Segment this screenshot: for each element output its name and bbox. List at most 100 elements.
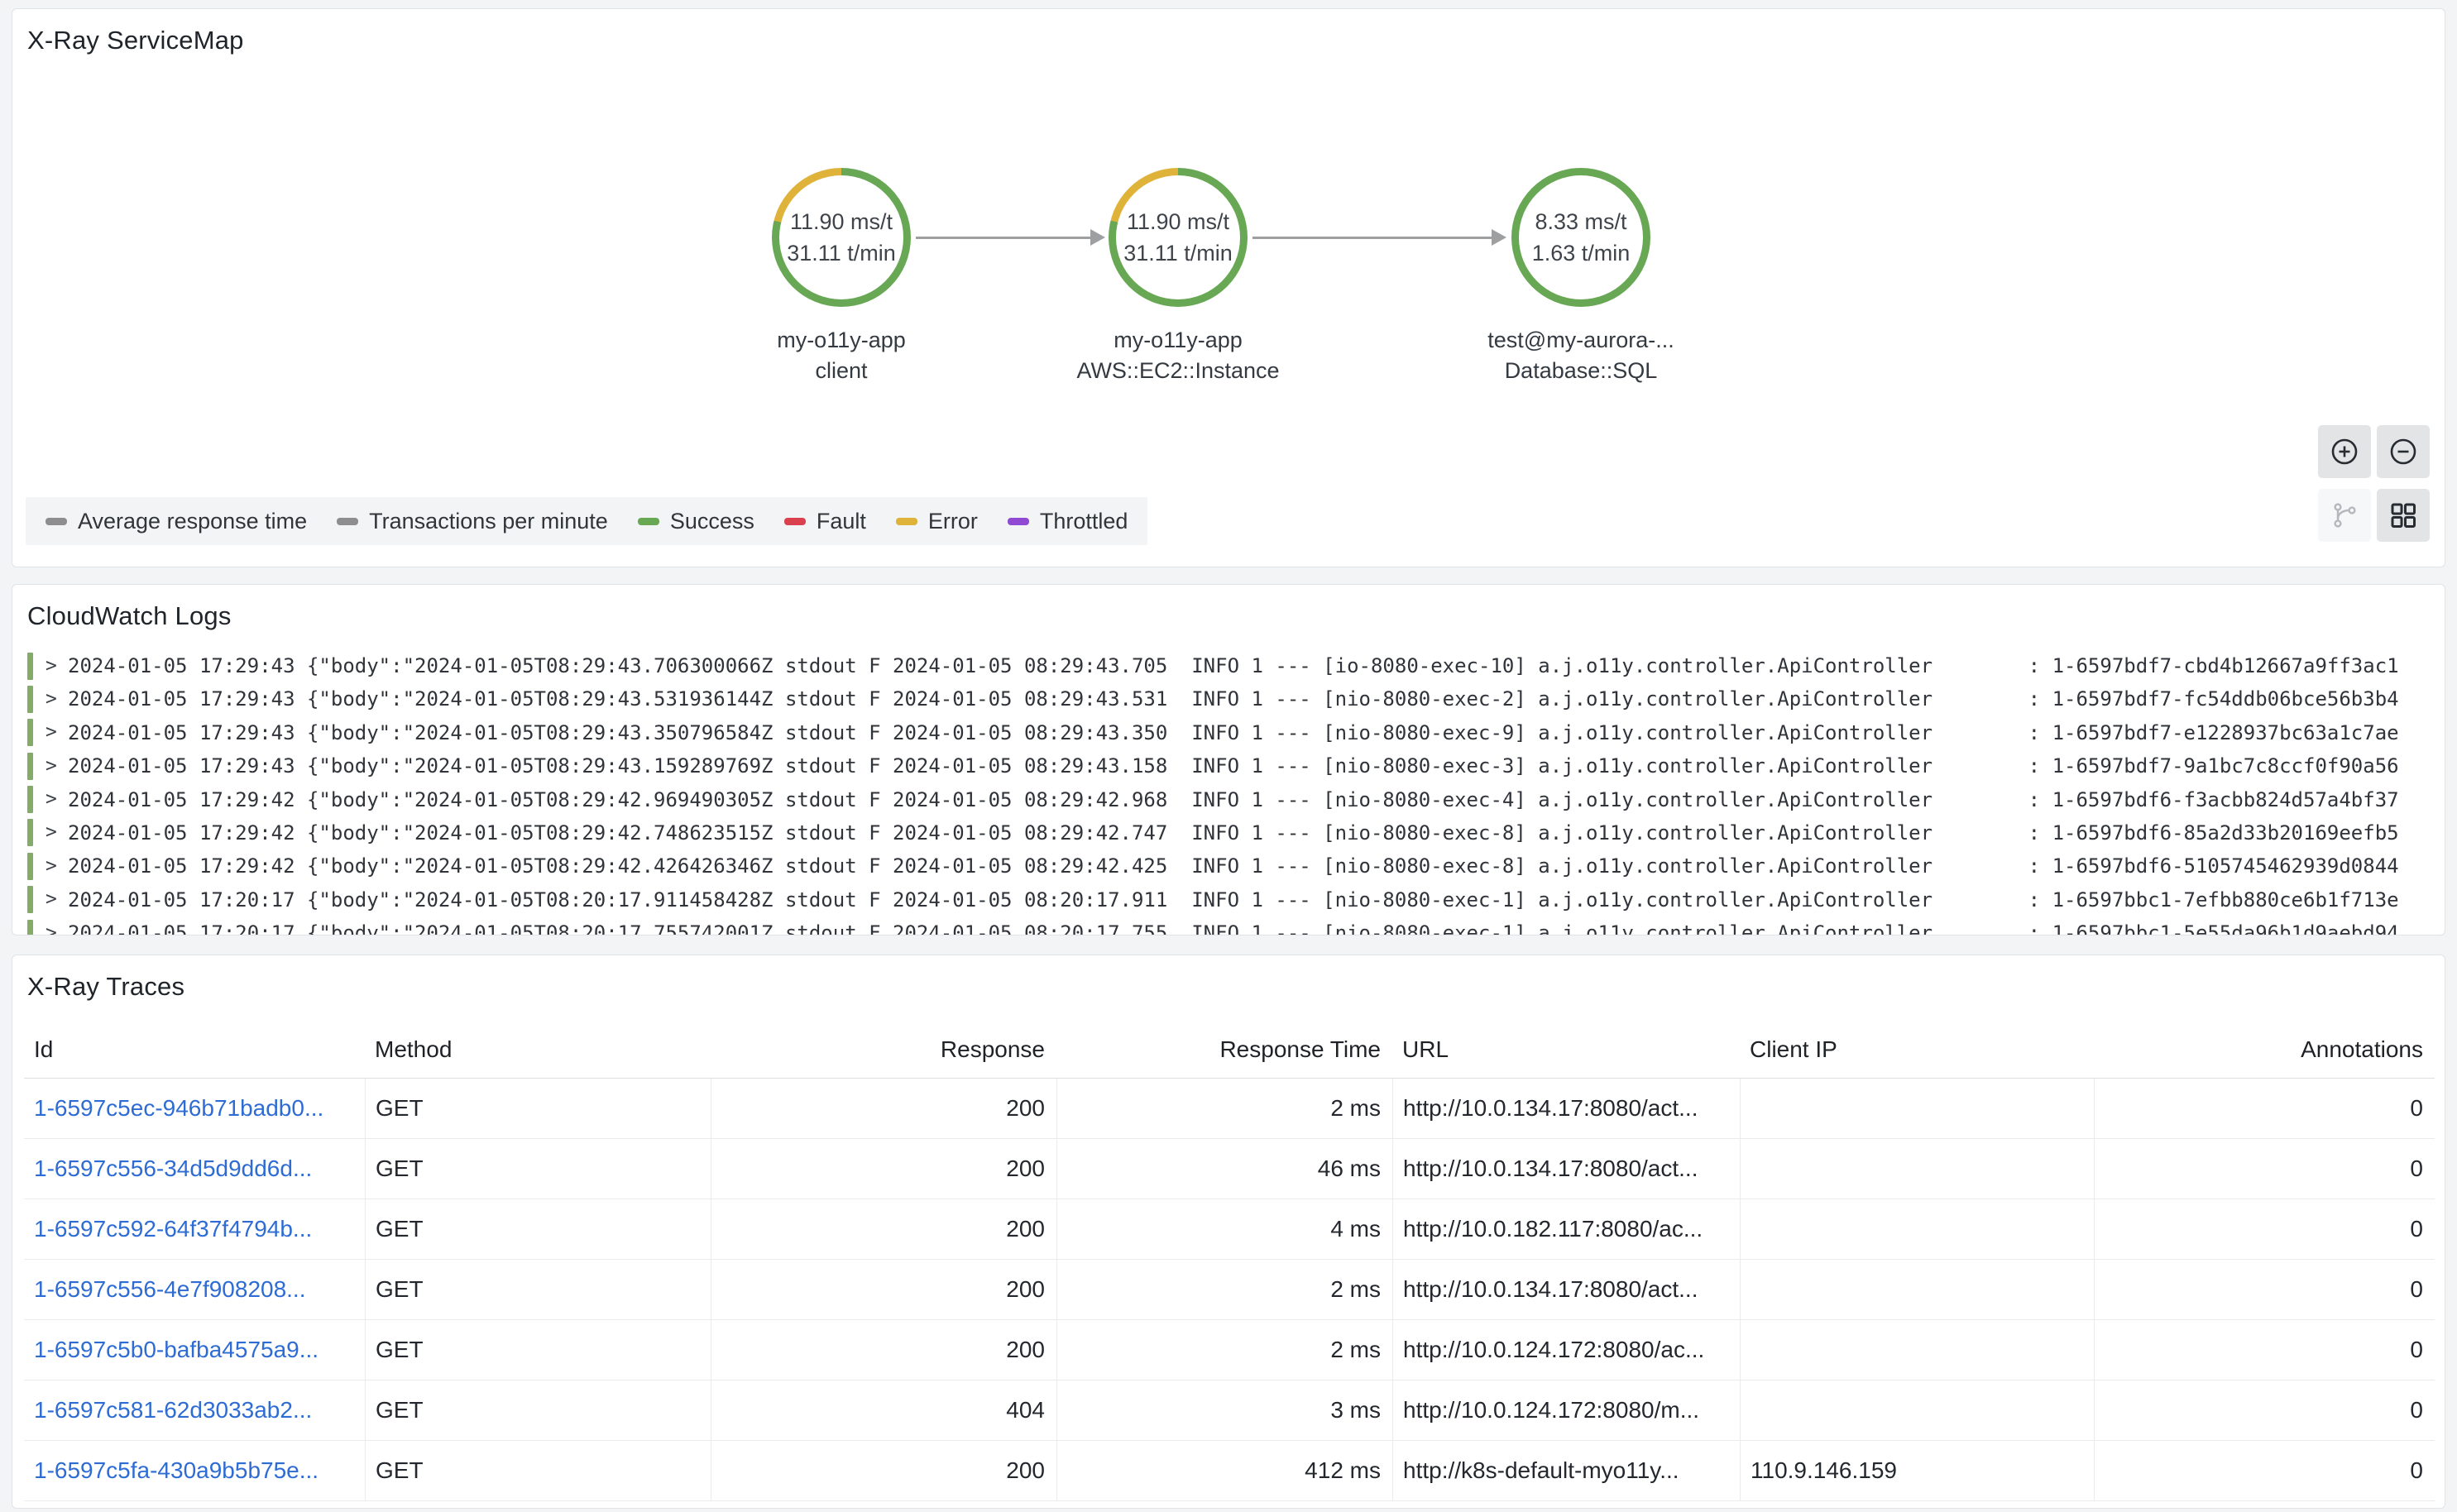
- log-row[interactable]: >2024-01-05 17:29:43 {"body":"2024-01-05…: [27, 682, 2436, 715]
- legend-item: Success: [638, 509, 754, 534]
- log-level-bar: [27, 819, 33, 846]
- service-node-label: test@my-aurora-...Database::SQL: [1399, 325, 1763, 386]
- expand-chevron-icon[interactable]: >: [46, 786, 68, 813]
- trace-id-link[interactable]: 1-6597c5b0-bafba4575a9...: [34, 1337, 318, 1362]
- expand-chevron-icon[interactable]: >: [46, 853, 68, 880]
- trace-id-link[interactable]: 1-6597c592-64f37f4794b...: [34, 1216, 312, 1242]
- node-label-line: Database::SQL: [1399, 356, 1763, 386]
- table-row: 1-6597c5ec-946b71badb0...GET2002 mshttp:…: [24, 1079, 2435, 1139]
- log-line-text: 2024-01-05 17:29:43 {"body":"2024-01-05T…: [68, 654, 2436, 677]
- legend-label: Throttled: [1040, 509, 1128, 534]
- legend-label: Error: [928, 509, 978, 534]
- cell-annotations: 0: [2094, 1199, 2435, 1259]
- trace-id-link[interactable]: 1-6597c5ec-946b71badb0...: [34, 1095, 323, 1121]
- edge-arrow: [1252, 237, 1492, 239]
- zoom-out-button[interactable]: [2377, 425, 2430, 478]
- zoom-in-button[interactable]: [2318, 425, 2371, 478]
- legend-label: Transactions per minute: [369, 509, 608, 534]
- cell-url: http://k8s-default-myo11y...: [1392, 1441, 1740, 1500]
- cell-client_ip: [1740, 1199, 2094, 1259]
- log-line-text: 2024-01-05 17:29:43 {"body":"2024-01-05T…: [68, 754, 2436, 778]
- log-row[interactable]: >2024-01-05 17:20:17 {"body":"2024-01-05…: [27, 916, 2436, 935]
- column-header-response[interactable]: Response: [711, 1022, 1056, 1078]
- traces-table-body: 1-6597c5ec-946b71badb0...GET2002 mshttp:…: [24, 1079, 2435, 1501]
- column-header-method[interactable]: Method: [365, 1022, 711, 1078]
- service-node-metrics: 11.90 ms/t31.11 t/min: [1109, 168, 1248, 307]
- cell-response_time: 412 ms: [1056, 1441, 1392, 1500]
- expand-chevron-icon[interactable]: >: [46, 819, 68, 846]
- cell-id: 1-6597c5fa-430a9b5b75e...: [24, 1441, 365, 1500]
- service-node[interactable]: 8.33 ms/t1.63 t/min: [1511, 168, 1650, 307]
- expand-chevron-icon[interactable]: >: [46, 920, 68, 935]
- trace-id-link[interactable]: 1-6597c556-4e7f908208...: [34, 1276, 306, 1302]
- column-header-client_ip[interactable]: Client IP: [1740, 1022, 2094, 1078]
- cell-id: 1-6597c5b0-bafba4575a9...: [24, 1320, 365, 1380]
- column-header-annotations[interactable]: Annotations: [2094, 1022, 2435, 1078]
- table-row: 1-6597c556-4e7f908208...GET2002 mshttp:/…: [24, 1260, 2435, 1320]
- legend-swatch: [784, 518, 806, 525]
- log-row[interactable]: >2024-01-05 17:29:43 {"body":"2024-01-05…: [27, 649, 2436, 682]
- cell-id: 1-6597c581-62d3033ab2...: [24, 1380, 365, 1440]
- trace-id-link[interactable]: 1-6597c5fa-430a9b5b75e...: [34, 1457, 318, 1483]
- cell-id: 1-6597c592-64f37f4794b...: [24, 1199, 365, 1259]
- log-row[interactable]: >2024-01-05 17:29:42 {"body":"2024-01-05…: [27, 816, 2436, 849]
- log-row[interactable]: >2024-01-05 17:29:43 {"body":"2024-01-05…: [27, 716, 2436, 749]
- trace-id-link[interactable]: 1-6597c556-34d5d9dd6d...: [34, 1156, 312, 1181]
- zoom-out-icon: [2387, 435, 2420, 468]
- log-row[interactable]: >2024-01-05 17:29:43 {"body":"2024-01-05…: [27, 749, 2436, 782]
- log-list: >2024-01-05 17:29:43 {"body":"2024-01-05…: [27, 649, 2436, 935]
- cell-response: 200: [711, 1441, 1056, 1500]
- cell-method: GET: [365, 1260, 711, 1319]
- node-label-line: my-o11y-app: [659, 325, 1023, 356]
- log-level-bar: [27, 719, 33, 746]
- zoom-in-icon: [2328, 435, 2361, 468]
- cell-response_time: 4 ms: [1056, 1199, 1392, 1259]
- log-row[interactable]: >2024-01-05 17:29:42 {"body":"2024-01-05…: [27, 849, 2436, 883]
- service-node[interactable]: 11.90 ms/t31.11 t/min: [1109, 168, 1248, 307]
- expand-chevron-icon[interactable]: >: [46, 886, 68, 913]
- trace-id-link[interactable]: 1-6597c581-62d3033ab2...: [34, 1397, 312, 1423]
- cell-response: 404: [711, 1380, 1056, 1440]
- service-node[interactable]: 11.90 ms/t31.11 t/min: [772, 168, 911, 307]
- cell-response_time: 2 ms: [1056, 1260, 1392, 1319]
- cell-annotations: 0: [2094, 1320, 2435, 1380]
- service-node-label: my-o11y-appclient: [659, 325, 1023, 386]
- cell-url: http://10.0.134.17:8080/act...: [1392, 1260, 1740, 1319]
- table-row: 1-6597c581-62d3033ab2... GET4043 mshttp:/…: [24, 1380, 2435, 1441]
- log-level-bar: [27, 653, 33, 680]
- grid-layout-button[interactable]: [2377, 489, 2430, 542]
- log-row[interactable]: >2024-01-05 17:29:42 {"body":"2024-01-05…: [27, 783, 2436, 816]
- column-header-response_time[interactable]: Response Time: [1056, 1022, 1392, 1078]
- cell-response_time: 46 ms: [1056, 1139, 1392, 1199]
- edge-arrow: [916, 237, 1091, 239]
- column-header-id[interactable]: Id: [24, 1022, 365, 1078]
- cell-client_ip: 110.9.146.159: [1740, 1441, 2094, 1500]
- log-row[interactable]: >2024-01-05 17:20:17 {"body":"2024-01-05…: [27, 883, 2436, 916]
- cell-annotations: 0: [2094, 1441, 2435, 1500]
- cell-method: GET: [365, 1199, 711, 1259]
- expand-chevron-icon[interactable]: >: [46, 686, 68, 713]
- legend-swatch: [337, 518, 358, 525]
- expand-chevron-icon[interactable]: >: [46, 753, 68, 780]
- xray-servicemap-panel: X-Ray ServiceMap 11.90 ms/t31.11 t/minmy…: [12, 8, 2445, 567]
- expand-chevron-icon[interactable]: >: [46, 719, 68, 746]
- cell-annotations: 0: [2094, 1380, 2435, 1440]
- cell-client_ip: [1740, 1139, 2094, 1199]
- legend-swatch: [638, 518, 659, 525]
- cell-response_time: 3 ms: [1056, 1380, 1392, 1440]
- log-line-text: 2024-01-05 17:20:17 {"body":"2024-01-05T…: [68, 888, 2436, 912]
- service-node-metrics: 8.33 ms/t1.63 t/min: [1511, 168, 1650, 307]
- cell-client_ip: [1740, 1260, 2094, 1319]
- log-line-text: 2024-01-05 17:29:42 {"body":"2024-01-05T…: [68, 821, 2436, 845]
- log-level-bar: [27, 753, 33, 780]
- cell-url: http://10.0.182.117:8080/ac...: [1392, 1199, 1740, 1259]
- legend-swatch: [896, 518, 917, 525]
- column-header-url[interactable]: URL: [1392, 1022, 1740, 1078]
- log-level-bar: [27, 786, 33, 813]
- cell-url: http://10.0.124.172:8080/m...: [1392, 1380, 1740, 1440]
- legend-item: Fault: [784, 509, 866, 534]
- cell-method: GET: [365, 1380, 711, 1440]
- cell-url: http://10.0.124.172:8080/ac...: [1392, 1320, 1740, 1380]
- tree-layout-button[interactable]: [2318, 489, 2371, 542]
- expand-chevron-icon[interactable]: >: [46, 653, 68, 680]
